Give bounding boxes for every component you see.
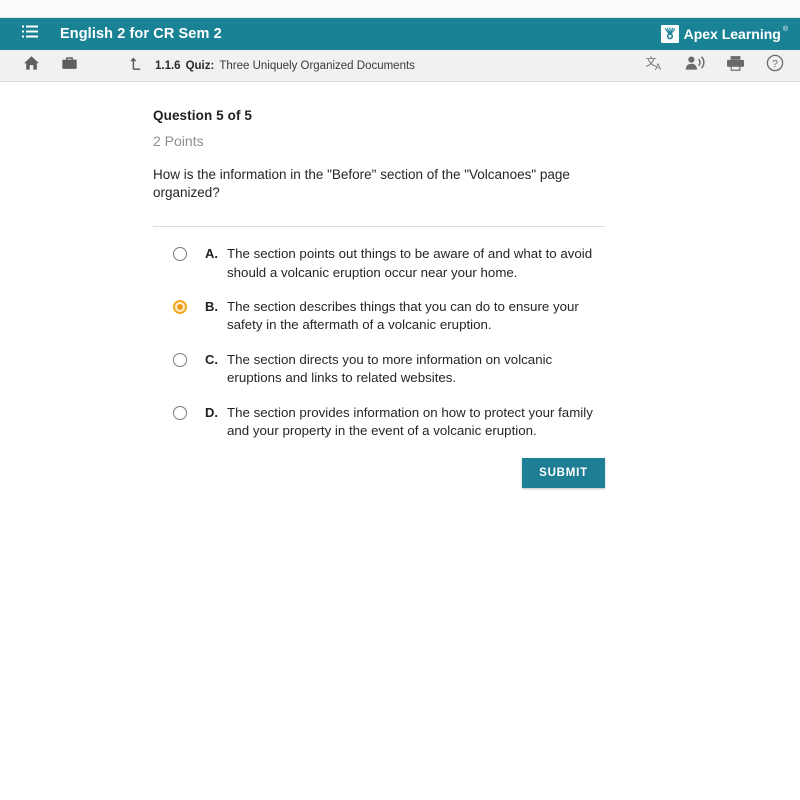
list-menu-button[interactable] — [18, 22, 42, 46]
svg-text:?: ? — [772, 58, 778, 70]
breadcrumb: 1.1.6 Quiz: Three Uniquely Organized Doc… — [125, 55, 415, 77]
course-title: English 2 for CR Sem 2 — [60, 26, 222, 42]
question-prompt: How is the information in the "Before" s… — [153, 167, 570, 201]
submit-row: SUBMIT — [0, 458, 605, 489]
answer-option-d[interactable]: D. The section provides information on ho… — [173, 404, 800, 441]
breadcrumb-type: Quiz: — [185, 59, 215, 72]
radio-button-b[interactable] — [173, 300, 187, 315]
answer-option-letter: C. — [205, 351, 218, 367]
answer-option-text: The section provides information on how … — [227, 404, 593, 438]
list-icon — [22, 25, 38, 43]
answer-option-letter: D. — [205, 404, 218, 420]
help-circle-icon: ? — [766, 54, 784, 77]
translate-icon: 文 A — [645, 54, 665, 77]
secondary-toolbar: 1.1.6 Quiz: Three Uniquely Organized Doc… — [0, 50, 800, 82]
radio-button-a[interactable] — [173, 247, 187, 262]
question-heading: Question 5 of 5 — [153, 108, 253, 123]
apex-sunburst-logo-icon — [660, 25, 679, 43]
answer-option-c[interactable]: C. The section directs you to more inform… — [173, 351, 800, 388]
divider — [153, 226, 605, 228]
question-points: 2 Points — [153, 133, 204, 149]
answer-option-text: The section points out things to be awar… — [227, 246, 593, 280]
answer-option-letter: B. — [205, 299, 218, 315]
browser-top-strip — [0, 0, 800, 18]
question-panel: Question 5 of 5 2 Points How is the info… — [0, 82, 800, 440]
translate-button[interactable]: 文 A — [644, 54, 666, 77]
read-aloud-icon — [685, 55, 705, 77]
answer-option-text: The section directs you to more informat… — [227, 351, 553, 386]
app-header: English 2 for CR Sem 2 Apex Learning ® — [0, 18, 800, 50]
answer-option-b[interactable]: B. The section describes things that you … — [173, 298, 800, 335]
breadcrumb-name: Three Uniquely Organized Documents — [219, 59, 415, 72]
answer-option-a[interactable]: A. The section points out things to be aw… — [173, 245, 800, 282]
radio-button-d[interactable] — [173, 405, 187, 420]
radio-button-c[interactable] — [173, 352, 187, 367]
submit-button[interactable]: SUBMIT — [522, 458, 605, 489]
arrow-up-from-corner-button[interactable] — [125, 55, 147, 77]
svg-text:A: A — [655, 62, 661, 72]
breadcrumb-number: 1.1.6 — [155, 59, 181, 72]
read-aloud-button[interactable] — [684, 55, 706, 77]
print-icon — [726, 55, 745, 77]
help-button[interactable]: ? — [764, 54, 786, 77]
home-icon — [23, 55, 40, 76]
home-button[interactable] — [20, 55, 42, 77]
brand-name: Apex Learning — [683, 26, 781, 42]
answer-options-list: A. The section points out things to be aw… — [153, 245, 800, 440]
briefcase-button[interactable] — [58, 55, 80, 77]
briefcase-icon — [61, 55, 78, 76]
arrow-up-from-corner-icon — [129, 56, 144, 76]
answer-option-text: The section describes things that you ca… — [227, 299, 579, 333]
print-button[interactable] — [724, 55, 746, 77]
brand-trademark: ® — [782, 26, 788, 33]
answer-option-letter: A. — [205, 246, 218, 262]
brand-logo: Apex Learning ® — [660, 18, 788, 50]
